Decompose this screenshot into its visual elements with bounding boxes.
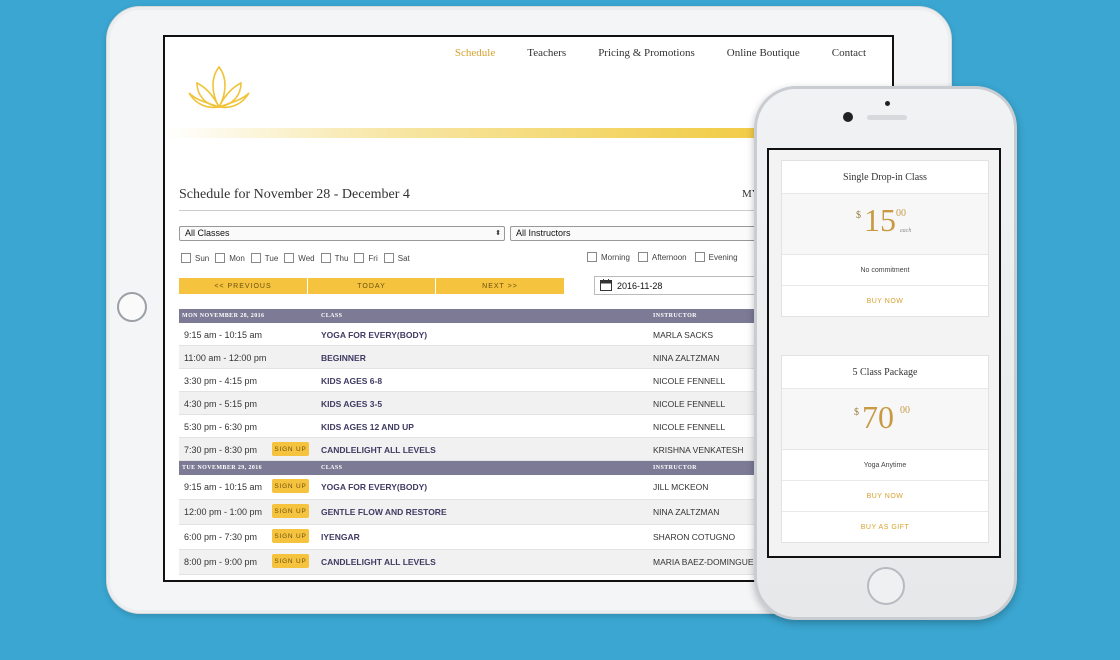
nav-contact[interactable]: Contact	[832, 47, 866, 59]
class-name[interactable]: CANDLELIGHT ALL LEVELS	[321, 557, 436, 567]
buy-now-button[interactable]: BUY NOW	[782, 286, 988, 316]
class-name[interactable]: KIDS AGES 12 AND UP	[321, 422, 414, 432]
price-cents: 00	[900, 405, 910, 416]
col-instructor-header: INSTRUCTOR	[653, 313, 697, 319]
time-morning-checkbox[interactable]: Morning	[587, 252, 630, 262]
date-picker-field[interactable]: 2016-11-28	[594, 276, 765, 295]
class-time: 8:00 pm - 9:00 pm	[184, 557, 258, 567]
buy-as-gift-button[interactable]: BUY AS GIFT	[782, 512, 988, 542]
class-time: 3:30 pm - 4:15 pm	[184, 376, 258, 386]
col-class-header: CLASS	[321, 465, 343, 471]
col-class-header: CLASS	[321, 313, 343, 319]
class-filter-value: All Classes	[185, 228, 230, 238]
price-cents: 00	[896, 208, 906, 219]
time-filters: Morning Afternoon Evening	[587, 252, 744, 262]
phone-speaker	[867, 115, 907, 120]
day-sat-checkbox[interactable]: Sat	[383, 253, 410, 263]
date-value: 2016-11-28	[617, 280, 663, 291]
class-time: 7:30 pm - 8:30 pm	[184, 445, 258, 455]
card-title: 5 Class Package	[782, 356, 988, 389]
nav-teachers[interactable]: Teachers	[527, 47, 566, 59]
time-afternoon-checkbox[interactable]: Afternoon	[637, 252, 687, 262]
calendar-icon	[600, 278, 612, 293]
class-name[interactable]: KIDS AGES 6-8	[321, 376, 382, 386]
price-unit: each	[900, 228, 912, 234]
day-thu-checkbox[interactable]: Thu	[320, 253, 348, 263]
class-time: 11:00 am - 12:00 pm	[184, 353, 267, 363]
instructor-name[interactable]: JILL MCKEON	[653, 482, 708, 492]
select-arrows-icon: ⬍	[495, 230, 501, 237]
price-amount: 70	[862, 399, 894, 435]
phone-home-button[interactable]	[867, 567, 905, 605]
pricing-card-package: 5 Class Package $ 70 00 Yoga Anytime BUY…	[781, 355, 989, 543]
day-wed-checkbox[interactable]: Wed	[284, 253, 315, 263]
class-name[interactable]: BEGINNER	[321, 353, 366, 363]
lotus-logo-icon[interactable]	[187, 63, 251, 116]
today-button[interactable]: TODAY	[308, 278, 436, 294]
day-tue-checkbox[interactable]: Tue	[250, 253, 278, 263]
class-time: 5:30 pm - 6:30 pm	[184, 422, 258, 432]
nav-schedule[interactable]: Schedule	[455, 47, 495, 59]
day-sun-checkbox[interactable]: Sun	[181, 253, 209, 263]
day-header-label: MON NOVEMBER 28, 2016	[182, 313, 265, 319]
class-name[interactable]: YOGA FOR EVERY(BODY)	[321, 482, 427, 492]
class-name[interactable]: YOGA FOR EVERY(BODY)	[321, 330, 427, 340]
class-time: 9:15 am - 10:15 am	[184, 482, 263, 492]
instructor-name[interactable]: NICOLE FENNELL	[653, 376, 725, 386]
instructor-name[interactable]: NICOLE FENNELL	[653, 399, 725, 409]
price-block: $ 15 00 each	[782, 194, 988, 255]
sign-up-button[interactable]: SIGN UP	[272, 479, 309, 493]
phone-camera	[843, 112, 853, 122]
top-nav: Schedule Teachers Pricing & Promotions O…	[423, 47, 866, 59]
day-fri-checkbox[interactable]: Fri	[354, 253, 378, 263]
previous-week-button[interactable]: << PREVIOUS	[179, 278, 308, 294]
week-navigation: << PREVIOUS TODAY NEXT >>	[179, 278, 564, 294]
day-header-label: TUE NOVEMBER 29, 2016	[182, 465, 263, 471]
phone-sensor	[885, 101, 890, 106]
instructor-name[interactable]: MARLA SACKS	[653, 330, 713, 340]
price-block: $ 70 00	[782, 389, 988, 450]
buy-now-button[interactable]: BUY NOW	[782, 481, 988, 512]
instructor-name[interactable]: NINA ZALTZMAN	[653, 353, 719, 363]
next-week-button[interactable]: NEXT >>	[436, 278, 564, 294]
class-time: 12:00 pm - 1:00 pm	[184, 507, 263, 517]
day-filters: Sun Mon Tue Wed Thu Fri Sat	[181, 253, 416, 263]
instructor-name[interactable]: NICOLE FENNELL	[653, 422, 725, 432]
instructor-name[interactable]: NINA ZALTZMAN	[653, 507, 719, 517]
nav-boutique[interactable]: Online Boutique	[727, 47, 800, 59]
instructor-name[interactable]: MARIA BAEZ-DOMINGUE	[653, 557, 754, 567]
pricing-card-drop-in: Single Drop-in Class $ 15 00 each No com…	[781, 160, 989, 317]
phone-screen: Single Drop-in Class $ 15 00 each No com…	[767, 148, 1001, 558]
class-time: 4:30 pm - 5:15 pm	[184, 399, 258, 409]
class-time: 6:00 pm - 7:30 pm	[184, 532, 258, 542]
sign-up-button[interactable]: SIGN UP	[272, 504, 309, 518]
currency-symbol: $	[854, 407, 859, 418]
time-evening-checkbox[interactable]: Evening	[694, 252, 738, 262]
sign-up-button[interactable]: SIGN UP	[272, 442, 309, 456]
instructor-name[interactable]: SHARON COTUGNO	[653, 532, 735, 542]
class-time: 9:15 am - 10:15 am	[184, 330, 263, 340]
class-filter-select[interactable]: All Classes ⬍	[179, 226, 505, 241]
class-name[interactable]: IYENGAR	[321, 532, 360, 542]
day-mon-checkbox[interactable]: Mon	[215, 253, 245, 263]
sign-up-button[interactable]: SIGN UP	[272, 554, 309, 568]
class-name[interactable]: KIDS AGES 3-5	[321, 399, 382, 409]
nav-pricing[interactable]: Pricing & Promotions	[598, 47, 695, 59]
instructor-name[interactable]: KRISHNA VENKATESH	[653, 445, 744, 455]
instructor-filter-value: All Instructors	[516, 228, 571, 238]
currency-symbol: $	[856, 210, 861, 221]
col-instructor-header: INSTRUCTOR	[653, 465, 697, 471]
tablet-home-button[interactable]	[117, 292, 147, 322]
schedule-title: Schedule for November 28 - December 4	[179, 187, 410, 202]
class-name[interactable]: GENTLE FLOW AND RESTORE	[321, 507, 447, 517]
card-note: Yoga Anytime	[782, 450, 988, 481]
card-title: Single Drop-in Class	[782, 161, 988, 194]
card-note: No commitment	[782, 255, 988, 286]
class-name[interactable]: CANDLELIGHT ALL LEVELS	[321, 445, 436, 455]
sign-up-button[interactable]: SIGN UP	[272, 529, 309, 543]
price-amount: 15	[864, 202, 896, 238]
